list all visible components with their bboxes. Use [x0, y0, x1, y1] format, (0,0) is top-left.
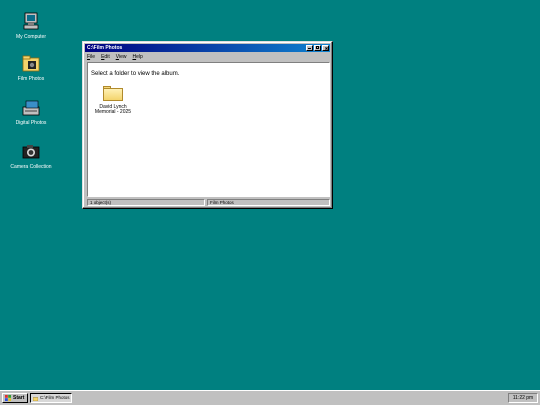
taskbar-button-film-photos[interactable]: C:\Film Photos	[30, 393, 72, 403]
window-title: C:\Film Photos	[87, 45, 123, 51]
folder-icon	[103, 86, 123, 101]
taskbar-clock: 11:22 pm	[508, 393, 538, 403]
desktop-icon-camera-collection[interactable]: Camera Collection	[9, 142, 53, 170]
menu-edit[interactable]: Edit	[101, 54, 110, 60]
desktop-icon-film-photos[interactable]: Film Photos	[9, 54, 53, 82]
status-bar: 1 object(s) Film Photos	[87, 199, 330, 206]
film-folder-icon	[20, 54, 42, 74]
scanner-icon	[20, 98, 42, 118]
menu-help[interactable]: Help	[132, 54, 142, 60]
taskbar-button-label: C:\Film Photos	[40, 395, 70, 400]
menu-view[interactable]: View	[116, 54, 127, 60]
desktop-icon-my-computer[interactable]: My Computer	[9, 12, 53, 40]
desktop-icon-label: My Computer	[15, 34, 46, 40]
menu-file[interactable]: File	[87, 54, 95, 60]
menu-bar: File Edit View Help	[87, 54, 143, 60]
desktop-icon-digital-photos[interactable]: Digital Photos	[9, 98, 53, 126]
instruction-text: Select a folder to view the album.	[91, 71, 180, 77]
desktop-icon-label: Digital Photos	[15, 120, 47, 126]
close-button[interactable]	[322, 45, 329, 51]
camera-icon	[20, 142, 42, 162]
start-button[interactable]: Start	[2, 393, 28, 403]
taskbar: Start C:\Film Photos 11:22 pm	[0, 390, 540, 405]
folder-icon	[32, 396, 39, 402]
minimize-button[interactable]	[306, 45, 313, 51]
folder-content-area: Select a folder to view the album. David…	[87, 62, 330, 197]
window-controls	[305, 45, 329, 51]
maximize-button[interactable]	[314, 45, 321, 51]
desktop-icon-label: Camera Collection	[10, 164, 52, 170]
window-titlebar[interactable]: C:\Film Photos	[85, 44, 330, 52]
folder-label: David Lynch Memorial - 2025	[94, 104, 132, 115]
folder-item-david-lynch[interactable]: David Lynch Memorial - 2025	[94, 86, 132, 115]
explorer-window: C:\Film Photos File Edit View Help Selec…	[82, 41, 333, 209]
start-label: Start	[13, 395, 25, 401]
computer-icon	[20, 12, 42, 32]
desktop-icon-label: Film Photos	[17, 76, 45, 82]
status-object-count: 1 object(s)	[87, 199, 205, 206]
status-location: Film Photos	[207, 199, 330, 206]
windows-logo-icon	[5, 395, 11, 401]
